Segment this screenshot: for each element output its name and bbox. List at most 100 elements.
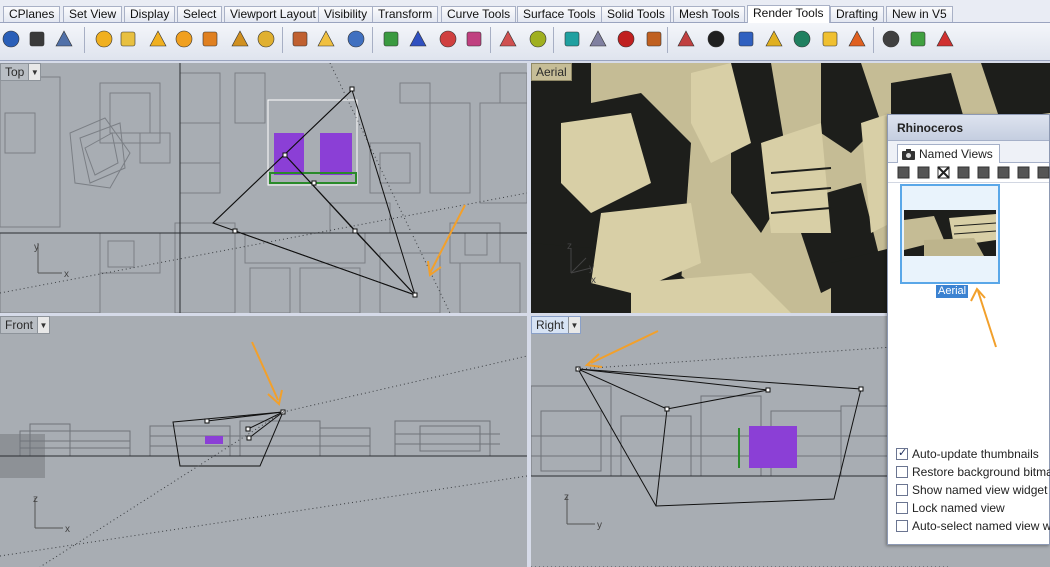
checkbox[interactable] — [896, 466, 908, 478]
viewport-menu-arrow-icon[interactable]: ▼ — [37, 317, 50, 333]
thumbnail-caption[interactable]: Aerial — [936, 285, 969, 298]
show-view-icon[interactable] — [1016, 165, 1031, 180]
option-lock-named-view[interactable]: Lock named view — [896, 499, 1050, 517]
checkbox[interactable] — [896, 502, 908, 514]
option-restore-background-bitmap[interactable]: Restore background bitmap — [896, 463, 1050, 481]
render-sphere-icon[interactable] — [0, 28, 22, 50]
annotation-arrow-top — [427, 204, 466, 277]
checkbox[interactable] — [896, 520, 908, 532]
assign-material-icon[interactable] — [407, 28, 429, 50]
viewport-name: Right — [536, 318, 565, 332]
save-view-icon[interactable] — [896, 165, 911, 180]
tab-visibility[interactable]: Visibility — [318, 6, 374, 22]
viewport-menu-arrow-icon[interactable]: ▼ — [568, 317, 581, 333]
ellipse-icon[interactable] — [735, 28, 757, 50]
texture-mapping-icon[interactable] — [527, 28, 549, 50]
tab-render-tools[interactable]: Render Tools — [747, 5, 830, 23]
tab-drafting[interactable]: Drafting — [830, 6, 885, 22]
thumbnail-image — [904, 210, 996, 256]
viewport-menu-arrow-icon[interactable]: ▼ — [28, 64, 41, 80]
paint-brush-icon[interactable] — [675, 28, 697, 50]
ball-icon[interactable] — [643, 28, 665, 50]
import-view-icon[interactable] — [956, 165, 971, 180]
option-auto-select-named-view-widget[interactable]: Auto-select named view widget — [896, 517, 1050, 535]
render-window-icon[interactable] — [53, 28, 75, 50]
tab-new-in-v5[interactable]: New in V5 — [886, 6, 953, 22]
named-view-thumbnail[interactable] — [900, 184, 1000, 284]
tab-label: Named Views — [919, 147, 993, 161]
thumbnail-options-icon[interactable] — [1036, 165, 1050, 180]
tab-viewport-layout[interactable]: Viewport Layout — [224, 6, 322, 22]
lightbulb-icon[interactable] — [763, 28, 785, 50]
tab-select[interactable]: Select — [177, 6, 223, 22]
front-view-drawing: z x — [0, 341, 527, 567]
viewport-title-top[interactable]: Top ▼ — [0, 63, 42, 81]
camera-icon — [902, 148, 915, 160]
tab-display[interactable]: Display — [124, 6, 176, 22]
flashlight-icon[interactable] — [289, 28, 311, 50]
named-views-toolbar — [888, 163, 1050, 183]
sun-icon[interactable] — [846, 28, 868, 50]
axis-z-label: z — [33, 494, 38, 505]
delete-view-icon[interactable] — [936, 165, 951, 180]
rectangular-light-icon[interactable] — [173, 28, 195, 50]
annotation-arrow-panel — [970, 287, 997, 348]
axis-x-label: x — [65, 524, 70, 535]
ground-plane-icon[interactable] — [561, 28, 583, 50]
light-edit-icon[interactable] — [229, 28, 251, 50]
tab-curve-tools[interactable]: Curve Tools — [441, 6, 517, 22]
axis-x-label: x — [64, 269, 69, 280]
restore-view-icon[interactable] — [976, 165, 991, 180]
render-preview-icon[interactable] — [26, 28, 48, 50]
checkbox[interactable] — [896, 446, 908, 460]
linear-light-icon[interactable] — [199, 28, 221, 50]
point-light-icon[interactable] — [117, 28, 139, 50]
axis-x-label: x — [591, 275, 596, 286]
viewport-title-front[interactable]: Front ▼ — [0, 316, 51, 334]
directional-light-icon[interactable] — [147, 28, 169, 50]
axis-z-label: z — [564, 492, 569, 503]
viewport-name: Top — [5, 65, 25, 79]
record-icon[interactable] — [934, 28, 956, 50]
light-sun-icon[interactable] — [255, 28, 277, 50]
material-editor-icon[interactable] — [380, 28, 402, 50]
play-icon[interactable] — [907, 28, 929, 50]
axis-y-label: y — [589, 263, 594, 274]
tab-set-view[interactable]: Set View — [63, 6, 123, 22]
viewport-title-aerial[interactable]: Aerial — [531, 63, 572, 81]
panel-tab-row: Named Views — [888, 141, 1049, 163]
checker-icon[interactable] — [705, 28, 727, 50]
top-view-drawing: y x — [0, 63, 527, 313]
option-label: Auto-select named view widget — [912, 519, 1050, 533]
viewport-name: Aerial — [536, 65, 567, 79]
tab-cplanes[interactable]: CPlanes — [3, 6, 61, 22]
named-view-options: Auto-update thumbnails Restore background… — [896, 445, 1050, 535]
texture-palette-icon[interactable] — [437, 28, 459, 50]
toolbox-icon[interactable] — [615, 28, 637, 50]
checkbox[interactable] — [896, 484, 908, 496]
folder-icon[interactable] — [819, 28, 841, 50]
option-auto-update-thumbnails[interactable]: Auto-update thumbnails — [896, 445, 1050, 463]
option-show-named-view-widget[interactable]: Show named view widget — [896, 481, 1050, 499]
named-views-panel: Rhinoceros Named Views Aerial ✓ Auto-upd… — [887, 114, 1050, 545]
viewport-top[interactable]: Top ▼ y x — [0, 63, 527, 313]
environment-icon[interactable] — [497, 28, 519, 50]
tab-named-views[interactable]: Named Views — [897, 144, 1000, 163]
folder-grid-icon[interactable] — [791, 28, 813, 50]
spotlight-icon[interactable] — [93, 28, 115, 50]
point-edit-icon[interactable] — [315, 28, 337, 50]
tab-solid-tools[interactable]: Solid Tools — [601, 6, 671, 22]
edit-view-icon[interactable] — [916, 165, 931, 180]
decal-icon[interactable] — [463, 28, 485, 50]
animate-view-icon[interactable] — [996, 165, 1011, 180]
viewport-title-right[interactable]: Right ▼ — [531, 316, 582, 334]
viewport-name: Front — [5, 318, 34, 332]
tab-mesh-tools[interactable]: Mesh Tools — [673, 6, 746, 22]
tab-transform[interactable]: Transform — [372, 6, 439, 22]
option-label: Auto-update thumbnails — [912, 447, 1039, 461]
viewport-front[interactable]: Front ▼ z x — [0, 316, 527, 567]
tab-surface-tools[interactable]: Surface Tools — [517, 6, 602, 22]
curved-plane-icon[interactable] — [587, 28, 609, 50]
move-point-icon[interactable] — [345, 28, 367, 50]
film-icon[interactable] — [880, 28, 902, 50]
